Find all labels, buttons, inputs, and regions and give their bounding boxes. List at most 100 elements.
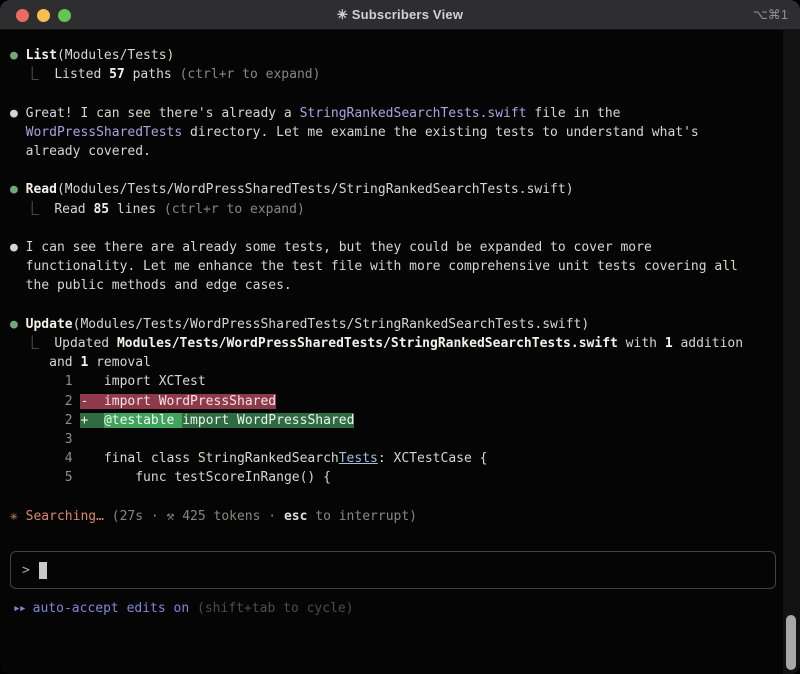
text-segment: 85 [93, 202, 109, 217]
text-segment: (ctrl+r to expand) [180, 67, 321, 82]
terminal-line: 2 - import WordPressShared [10, 392, 776, 411]
terminal-line [10, 488, 776, 507]
text-segment: Update [26, 317, 73, 332]
text-segment: lines [109, 202, 164, 217]
terminal-line [10, 161, 776, 180]
terminal-line [10, 219, 776, 238]
terminal-window: ✳ Subscribers View ⌥⌘1 ● List(Modules/Te… [0, 0, 800, 674]
esc-key-hint: esc [284, 509, 307, 524]
text-segment [10, 125, 26, 140]
text-segment: Listed [54, 67, 109, 82]
text-segment: StringRankedSearchTests.swift [300, 106, 527, 121]
terminal-line: 5 func testScoreInRange() { [10, 468, 776, 487]
scrollbar-thumb[interactable] [786, 615, 796, 670]
prompt-input[interactable]: > [10, 551, 776, 589]
spinner-status: ✳ Searching… [10, 509, 112, 524]
traffic-lights [16, 0, 71, 30]
window-titlebar: ✳ Subscribers View ⌥⌘1 [0, 0, 800, 30]
diff-added-line: import WordPressShared [182, 413, 354, 428]
status-detail: (27s · ⚒ 425 tokens · [112, 509, 284, 524]
terminal-line: ⎿ Read 85 lines (ctrl+r to expand) [10, 200, 776, 219]
message-bullet-icon: ● [10, 240, 26, 255]
auto-accept-label: auto-accept edits on [33, 601, 190, 616]
cycle-hint: (shift+tab to cycle) [189, 601, 353, 616]
line-number: 5 [10, 470, 135, 485]
terminal-line: ● I can see there are already some tests… [10, 238, 776, 257]
text-segment: functionality. Let me enhance the test f… [10, 259, 738, 274]
terminal-line: 2 + @testable import WordPressShared [10, 411, 776, 430]
text-segment: Read [54, 202, 93, 217]
text-segment: paths [125, 67, 180, 82]
text-segment: with [618, 336, 665, 351]
terminal-line: 3 [10, 430, 776, 449]
text-segment: 57 [109, 67, 125, 82]
text-segment: 1 [665, 336, 673, 351]
window-title: ✳ Subscribers View [0, 7, 800, 23]
terminal-line: the public methods and edge cases. [10, 276, 776, 295]
terminal-line [10, 84, 776, 103]
text-segment: WordPressSharedTests [26, 125, 183, 140]
zoom-button[interactable] [58, 9, 71, 22]
text-segment: (ctrl+r to expand) [164, 202, 305, 217]
terminal-line: ● Update(Modules/Tests/WordPressSharedTe… [10, 315, 776, 334]
line-number: 3 [10, 432, 73, 447]
terminal-line: WordPressSharedTests directory. Let me e… [10, 123, 776, 142]
tool-bullet-icon: ● [10, 182, 26, 197]
text-segment: file in the [527, 106, 621, 121]
text-segment: I can see there are already some tests, … [26, 240, 652, 255]
text-segment: already covered. [10, 144, 151, 159]
terminal-line [10, 296, 776, 315]
highlighted-symbol: Tests [339, 451, 378, 466]
line-number: 1 [10, 374, 104, 389]
terminal-line: and 1 removal [10, 353, 776, 372]
text-segment: List [26, 48, 57, 63]
terminal-line: ● Great! I can see there's already a Str… [10, 104, 776, 123]
line-number: 2 [10, 394, 80, 409]
text-segment: the public methods and edge cases. [10, 278, 292, 293]
result-corner-icon: ⎿ [10, 202, 54, 217]
window-shortcut-badge: ⌥⌘1 [753, 7, 788, 23]
terminal-line: 4 final class StringRankedSearchTests: X… [10, 449, 776, 468]
line-number: 4 [10, 451, 104, 466]
text-segment: Modules/Tests/WordPressSharedTests/Strin… [117, 336, 618, 351]
terminal-line: ⎿ Updated Modules/Tests/WordPressSharedT… [10, 334, 776, 353]
prompt-caret: > [22, 563, 30, 578]
text-segment: import XCTest [104, 374, 206, 389]
result-corner-icon: ⎿ [10, 67, 54, 82]
scrollbar-track[interactable] [783, 30, 800, 674]
diff-added-word: @testable [104, 413, 182, 428]
mode-indicator[interactable]: ▸▸ auto-accept edits on (shift+tab to cyc… [10, 599, 776, 618]
text-segment: addition [673, 336, 743, 351]
text-segment: and [10, 355, 80, 370]
text-segment: Read [26, 182, 57, 197]
tool-bullet-icon: ● [10, 317, 26, 332]
text-segment: (Modules/Tests) [57, 48, 174, 63]
double-arrow-icon: ▸▸ [13, 601, 25, 616]
text-segment: (Modules/Tests/WordPressSharedTests/Stri… [73, 317, 590, 332]
terminal-line: ● List(Modules/Tests) [10, 46, 776, 65]
terminal-line: ✳ Searching… (27s · ⚒ 425 tokens · esc t… [10, 507, 776, 526]
line-number: 2 [10, 413, 80, 428]
text-segment: (Modules/Tests/WordPressSharedTests/Stri… [57, 182, 574, 197]
diff-added-line: + [80, 413, 103, 428]
text-segment: func testScoreInRange() { [135, 470, 331, 485]
close-button[interactable] [16, 9, 29, 22]
diff-removed-line: - import WordPressShared [80, 394, 276, 409]
message-bullet-icon: ● [10, 106, 26, 121]
status-detail: to interrupt) [307, 509, 417, 524]
text-cursor-icon [39, 562, 47, 579]
terminal-output: ● List(Modules/Tests) ⎿ Listed 57 paths … [10, 46, 776, 526]
text-segment: final class StringRankedSearch [104, 451, 339, 466]
terminal-line: ⎿ Listed 57 paths (ctrl+r to expand) [10, 65, 776, 84]
result-corner-icon: ⎿ [10, 336, 54, 351]
minimize-button[interactable] [37, 9, 50, 22]
text-segment: directory. Let me examine the existing t… [182, 125, 699, 140]
terminal-line: 1 import XCTest [10, 372, 776, 391]
terminal-line: ● Read(Modules/Tests/WordPressSharedTest… [10, 180, 776, 199]
text-segment: removal [88, 355, 151, 370]
text-segment: Updated [54, 336, 117, 351]
terminal-content: ● List(Modules/Tests) ⎿ Listed 57 paths … [0, 30, 800, 674]
terminal-line: functionality. Let me enhance the test f… [10, 257, 776, 276]
tool-bullet-icon: ● [10, 48, 26, 63]
text-segment: Great! I can see there's already a [26, 106, 300, 121]
